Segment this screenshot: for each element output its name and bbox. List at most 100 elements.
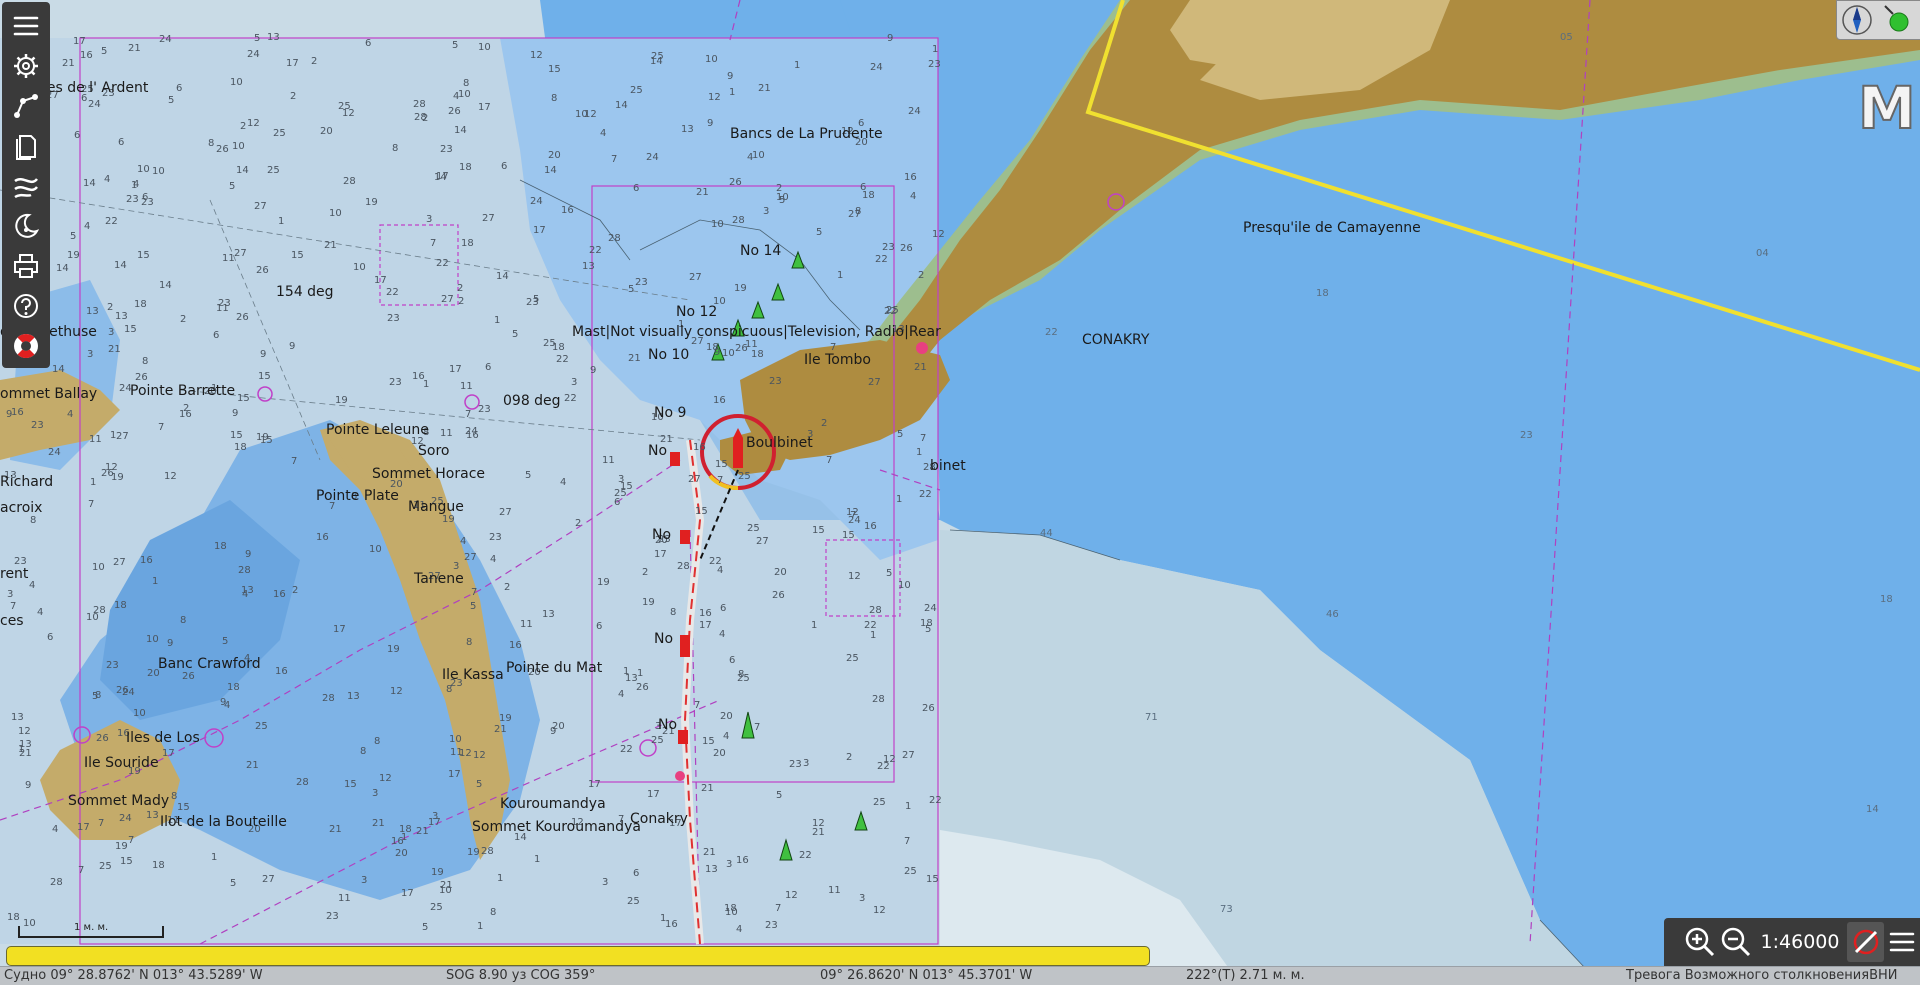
menu-button[interactable] [4,6,48,46]
depth-sounding: 17 [478,102,491,113]
depth-sounding: 11 [450,747,463,758]
depth-sounding: 8 [855,206,861,217]
depth-sounding: 5 [422,922,428,933]
depth-sounding: 12 [848,571,861,582]
depth-sounding: 71 [1145,712,1158,723]
depth-sounding: 13 [86,306,99,317]
depth-sounding: 15 [695,506,708,517]
depth-sounding: 15 [237,393,250,404]
depth-sounding: 27 [499,507,512,518]
nautical-chart[interactable]: 4151722145528271657510772272191324842525… [0,0,1920,984]
depth-sounding: 22 [875,254,888,265]
depth-sounding: 5 [816,227,822,238]
night-mode-button[interactable] [4,206,48,246]
depth-sounding: 12 [164,471,177,482]
depth-sounding: 15 [137,250,150,261]
depth-sounding: 22 [1045,327,1058,338]
depth-sounding: 1 [896,494,902,505]
depth-sounding: 21 [128,43,141,54]
depth-sounding: 23 [141,197,154,208]
depth-sounding: 10 [146,634,159,645]
depth-sounding: 26 [900,243,913,254]
depth-sounding: 19 [111,472,124,483]
depth-sounding: 28 [414,112,427,123]
depth-sounding: 3 [108,327,114,338]
depth-sounding: 11 [338,893,351,904]
map-label: acroix [0,500,42,516]
depth-sounding: 21 [19,748,32,759]
depth-sounding: 1 [477,921,483,932]
map-label: Pointe Plate [316,488,399,504]
depth-sounding: 18 [920,618,933,629]
sos-button[interactable] [4,326,48,366]
depth-sounding: 11 [460,381,473,392]
depth-sounding: 7 [10,601,16,612]
depth-sounding: 25 [737,673,750,684]
panel-menu-button[interactable] [1884,922,1920,962]
depth-sounding: 8 [551,93,557,104]
depth-sounding: 8 [392,143,398,154]
depth-sounding: 2 [575,518,581,529]
route-button[interactable] [4,86,48,126]
depth-sounding: 15 [291,250,304,261]
alarm-status[interactable]: Тревога Возможного столкновенияВНИ [1626,968,1898,983]
depth-sounding: 13 [347,691,360,702]
depth-sounding: 24 [924,603,937,614]
map-label: Sommet Horace [372,466,485,482]
depth-sounding: 18 [459,162,472,173]
depth-sounding: 7 [78,865,84,876]
depth-sounding: 10 [232,141,245,152]
depth-sounding: 4 [723,731,729,742]
depth-sounding: 21 [324,240,337,251]
depth-sounding: 6 [365,38,371,49]
depth-sounding: 15 [812,525,825,536]
depth-sounding: 12 [785,890,798,901]
map-label: No 12 [676,304,717,320]
depth-sounding: 28 [677,561,690,572]
status-bar: Судно 09° 28.8762' N 013° 43.5289' W SOG… [0,966,1920,985]
depth-sounding: 5 [886,568,892,579]
depth-sounding: 1 [637,668,643,679]
depth-sounding: 24 [159,34,172,45]
ruler-button[interactable] [1847,922,1884,962]
settings-button[interactable] [4,46,48,86]
depth-sounding: 5 [229,181,235,192]
compass-indicator[interactable] [1836,0,1920,40]
track-button[interactable] [4,166,48,206]
map-label: Sommet Mady [68,793,169,809]
depth-sounding: 3 [372,788,378,799]
help-button[interactable] [4,286,48,326]
map-label: No [652,527,671,543]
zoom-in-button[interactable] [1682,922,1718,962]
display-mode-indicator[interactable]: M [1857,73,1917,143]
depth-sounding: 16 [140,555,153,566]
depth-sounding: 8 [171,791,177,802]
depth-sounding: 18 [862,190,875,201]
depth-sounding: 1 [152,576,158,587]
depth-sounding: 5 [525,470,531,481]
scale-value[interactable]: 1:46000 [1761,931,1840,953]
depth-sounding: 15 [124,324,137,335]
depth-sounding: 28 [50,877,63,888]
alarm-bar[interactable] [6,946,1150,966]
depth-sounding: 4 [67,409,73,420]
map-label: Boulbinet [746,435,813,451]
depth-sounding: 15 [715,459,728,470]
depth-sounding: 7 [88,499,94,510]
map-label: binet [930,458,966,474]
depth-sounding: 2 [821,418,827,429]
left-toolbar [2,2,50,368]
depth-sounding: 4 [84,221,90,232]
depth-sounding: 7 [465,409,471,420]
documents-button[interactable] [4,126,48,166]
depth-sounding: 28 [322,693,335,704]
depth-sounding: 5 [776,790,782,801]
zoom-out-button[interactable] [1718,922,1754,962]
depth-sounding: 3 [803,758,809,769]
depth-sounding: 2 [180,314,186,325]
depth-sounding: 16 [699,608,712,619]
cursor-position: 09° 26.8620' N 013° 45.3701' W [820,968,1033,983]
depth-sounding: 46 [1326,609,1339,620]
print-button[interactable] [4,246,48,286]
depth-sounding: 13 [625,673,638,684]
